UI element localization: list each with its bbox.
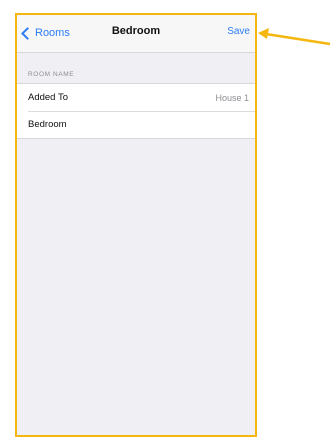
phone-screen: Rooms Bedroom Save ROOM NAME Added To Ho… (15, 13, 257, 437)
room-name-value: Bedroom (28, 119, 67, 130)
page-title: Bedroom (111, 25, 161, 37)
room-name-field[interactable]: Bedroom (17, 111, 255, 138)
room-settings-table: Added To House 1 Bedroom (17, 83, 255, 139)
save-button[interactable]: Save (227, 26, 250, 37)
row-added-to[interactable]: Added To House 1 (17, 84, 255, 111)
pointer-arrow-icon (258, 28, 331, 46)
row-added-to-label: Added To (28, 92, 68, 103)
navigation-bar: Rooms Bedroom Save (17, 15, 255, 53)
row-added-to-value: House 1 (215, 92, 249, 103)
page: Rooms Bedroom Save ROOM NAME Added To Ho… (0, 0, 331, 439)
section-header-room-name: ROOM NAME (28, 71, 75, 78)
